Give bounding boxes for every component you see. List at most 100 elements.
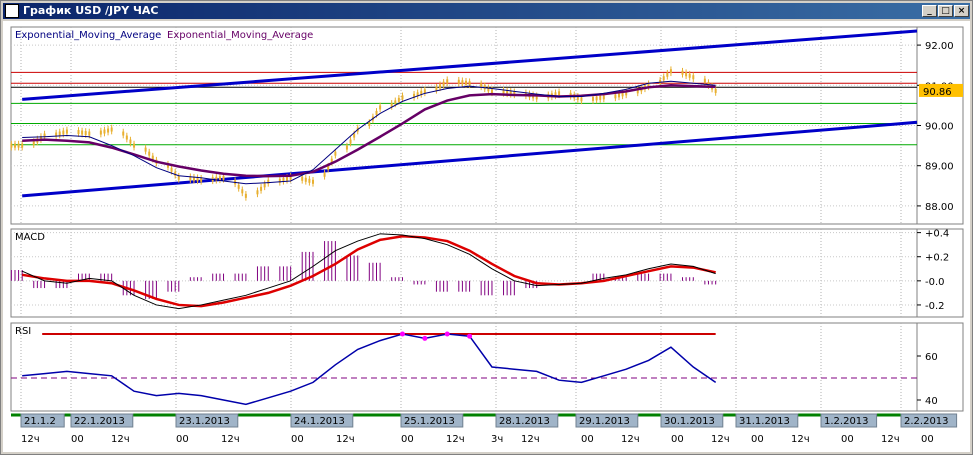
hour-label: 12ч — [336, 434, 355, 445]
rsi-overbought-mark — [467, 333, 473, 339]
price-candle-body — [446, 79, 449, 84]
price-candle-body — [617, 93, 620, 98]
price-candle-body — [286, 176, 289, 181]
price-candle-body — [345, 145, 348, 150]
price-candle-body — [442, 81, 445, 86]
rsi-panel[interactable] — [10, 322, 964, 412]
price-candle-body — [666, 72, 669, 77]
hour-label: 12ч — [111, 434, 130, 445]
price-candle-body — [558, 91, 561, 96]
price-candle-body — [107, 128, 110, 133]
rsi-overbought-mark — [399, 331, 405, 337]
hour-label: 12ч — [711, 434, 730, 445]
ema-slow-legend: Exponential_Moving_Average — [167, 30, 313, 41]
price-candle-body — [110, 127, 113, 132]
date-label: 23.1.2013 — [179, 416, 230, 427]
maximize-button[interactable]: □ — [938, 5, 953, 17]
chart-svg[interactable]: 88.0089.0090.0091.0092.0090.86Exponentia… — [3, 21, 970, 452]
hour-label: 00 — [751, 434, 764, 445]
price-candle-body — [88, 131, 91, 136]
hour-label: 12ч — [791, 434, 810, 445]
price-candle-body — [490, 89, 493, 94]
price-tick-label: 90.00 — [925, 122, 954, 133]
macd-title: MACD — [15, 232, 45, 243]
date-label: 1.2.2013 — [824, 416, 869, 427]
price-candle-body — [58, 131, 61, 136]
hour-label: 12ч — [21, 434, 40, 445]
price-candle-body — [263, 183, 266, 188]
macd-tick-label: -0.2 — [925, 301, 945, 312]
price-candle-body — [133, 143, 136, 148]
price-tick-label: 89.00 — [925, 162, 954, 173]
price-candle-body — [599, 95, 602, 100]
macd-tick-label: -0.0 — [925, 277, 945, 288]
close-button[interactable]: × — [954, 5, 969, 17]
title-bar[interactable]: График USD /JPY ЧАС _ □ × — [3, 3, 970, 19]
price-candle-body — [21, 143, 24, 148]
date-label: 21.1.2 — [24, 416, 56, 427]
date-label: 28.1.2013 — [499, 416, 550, 427]
rsi-overbought-mark — [444, 331, 450, 337]
price-candle-body — [379, 105, 382, 110]
price-candle-body — [349, 139, 352, 144]
price-candle-body — [32, 141, 35, 146]
price-candle-body — [17, 143, 20, 148]
date-label: 31.1.2013 — [739, 416, 790, 427]
price-candle-body — [394, 100, 397, 105]
price-candle-body — [397, 97, 400, 102]
price-candle-body — [260, 186, 263, 191]
price-candle-body — [592, 96, 595, 101]
price-candle-body — [614, 94, 617, 99]
price-candle-body — [218, 176, 221, 181]
hour-label: 3ч — [491, 434, 503, 445]
price-candle-body — [256, 190, 259, 195]
price-candle-body — [703, 78, 706, 83]
price-tick-label: 88.00 — [925, 202, 954, 213]
price-candle-body — [103, 129, 106, 134]
hour-label: 00 — [841, 434, 854, 445]
price-candle-body — [457, 79, 460, 84]
chart-window: График USD /JPY ЧАС _ □ × 88.00 89.00 90.0… — [0, 0, 973, 455]
hour-label: 00 — [921, 434, 934, 445]
hour-label: 12ч — [521, 434, 540, 445]
price-candle-body — [688, 73, 691, 78]
price-candle-body — [10, 143, 13, 148]
hour-label: 00 — [71, 434, 84, 445]
rsi-tick-label: 60 — [925, 352, 938, 363]
price-candle-body — [692, 75, 695, 80]
price-candle-body — [308, 178, 311, 183]
price-candle-body — [439, 84, 442, 89]
price-candle-body — [99, 130, 102, 135]
price-candle-body — [401, 95, 404, 100]
price-candle-body — [681, 70, 684, 75]
price-candle-body — [602, 95, 605, 100]
price-candle-body — [13, 143, 16, 148]
price-candle-body — [464, 80, 467, 85]
price-candle-body — [353, 133, 356, 138]
rsi-overbought-mark — [422, 335, 428, 341]
price-candle-body — [312, 179, 314, 184]
price-candle-body — [334, 151, 337, 156]
price-candle-body — [222, 175, 225, 180]
hour-label: 00 — [581, 434, 594, 445]
hour-label: 12ч — [881, 434, 900, 445]
price-candle-body — [125, 135, 128, 140]
chart-app-icon — [5, 4, 19, 18]
date-label: 30.1.2013 — [664, 416, 715, 427]
price-candle-body — [241, 189, 244, 194]
minimize-button[interactable]: _ — [922, 5, 937, 17]
price-candle-body — [375, 110, 378, 115]
current-price-label: 90.86 — [923, 87, 952, 98]
window-title: График USD /JPY ЧАС — [23, 4, 159, 17]
price-candle-body — [65, 129, 68, 134]
date-label: 2.2.2013 — [904, 416, 949, 427]
chart-area[interactable]: 88.0089.0090.0091.0092.0090.86Exponentia… — [3, 21, 970, 452]
date-label: 24.1.2013 — [294, 416, 345, 427]
price-panel[interactable] — [10, 26, 964, 225]
price-candle-body — [480, 83, 483, 88]
price-candle-body — [468, 81, 471, 86]
hour-label: 12ч — [621, 434, 640, 445]
hour-label: 00 — [401, 434, 414, 445]
price-candle-body — [177, 175, 180, 180]
price-candle-body — [244, 193, 247, 198]
